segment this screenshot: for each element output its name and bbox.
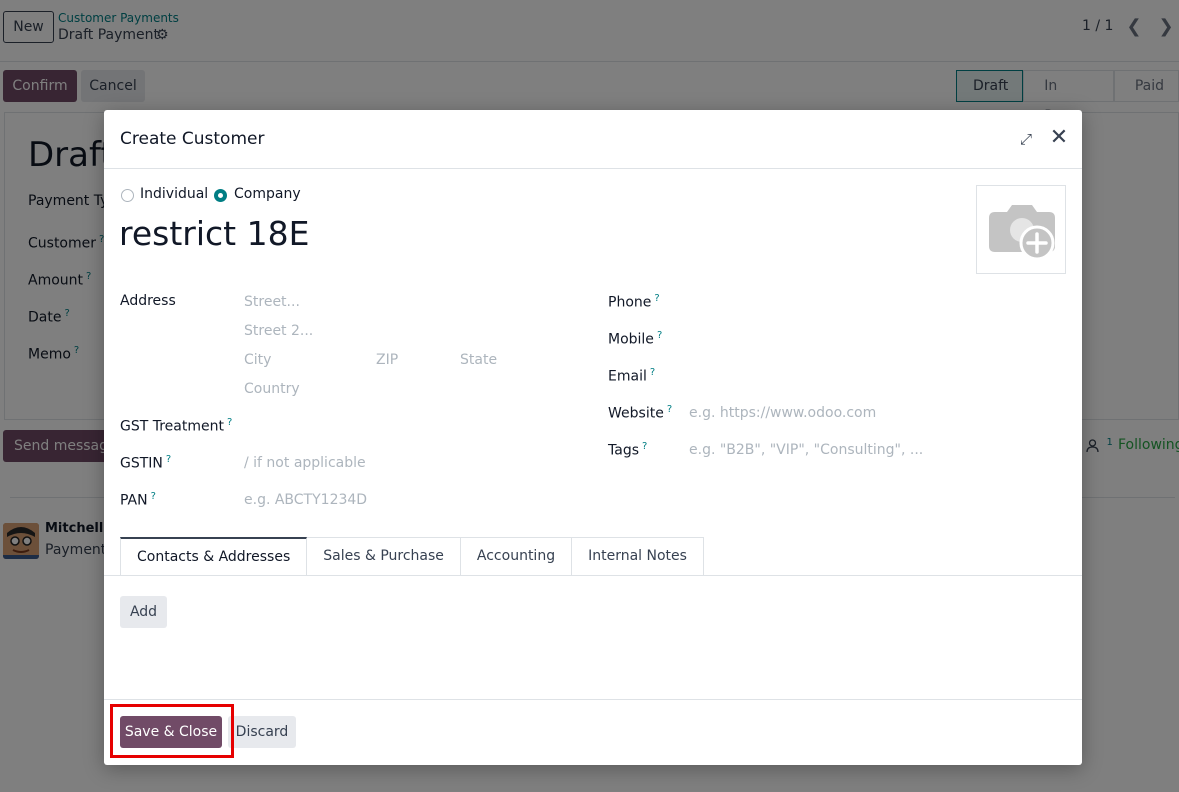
divider: [104, 699, 1082, 700]
dialog-title: Create Customer: [120, 129, 265, 149]
help-icon: ?: [226, 417, 233, 428]
help-icon: ?: [165, 454, 172, 465]
gstin-input[interactable]: / if not applicable: [244, 455, 366, 471]
highlight-box: [110, 704, 234, 758]
camera-plus-icon: [989, 205, 1055, 261]
radio-company[interactable]: [214, 189, 227, 202]
state-input[interactable]: State: [460, 352, 497, 368]
discard-button[interactable]: Discard: [228, 716, 296, 748]
help-icon: ?: [150, 491, 156, 502]
radio-individual-label[interactable]: Individual: [140, 186, 208, 202]
divider: [104, 575, 1082, 576]
help-icon: ?: [649, 367, 656, 378]
notebook-tabs: Contacts & Addresses Sales & Purchase Ac…: [120, 537, 704, 576]
radio-individual[interactable]: [121, 189, 134, 202]
phone-label: Phone?: [608, 293, 660, 311]
tab-accounting[interactable]: Accounting: [460, 537, 573, 576]
tab-contacts-addresses[interactable]: Contacts & Addresses: [120, 537, 308, 576]
tab-internal-notes[interactable]: Internal Notes: [572, 537, 704, 576]
help-icon: ?: [642, 441, 648, 452]
tags-label: Tags?: [608, 441, 648, 459]
close-icon[interactable]: ✕: [1049, 127, 1069, 149]
tags-input[interactable]: e.g. "B2B", "VIP", "Consulting", ...: [689, 442, 923, 458]
customer-name-input[interactable]: restrict 18E: [119, 214, 309, 253]
pan-input[interactable]: e.g. ABCTY1234D: [244, 492, 367, 508]
zip-input[interactable]: ZIP: [376, 352, 398, 368]
street-input[interactable]: Street...: [244, 294, 300, 310]
email-label: Email?: [608, 367, 656, 385]
website-input[interactable]: e.g. https://www.odoo.com: [689, 405, 876, 421]
add-contact-button[interactable]: Add: [120, 596, 167, 628]
gstin-label: GSTIN?: [120, 454, 172, 472]
photo-upload[interactable]: [976, 185, 1066, 274]
address-label: Address: [120, 293, 176, 309]
city-input[interactable]: City: [244, 352, 271, 368]
divider: [104, 168, 1082, 169]
mobile-label: Mobile?: [608, 330, 663, 348]
help-icon: ?: [666, 404, 673, 415]
expand-icon[interactable]: ⤢: [1017, 130, 1035, 148]
radio-company-label[interactable]: Company: [234, 186, 301, 202]
website-label: Website?: [608, 404, 673, 422]
country-input[interactable]: Country: [244, 381, 300, 397]
pan-label: PAN?: [120, 491, 156, 509]
tab-sales-purchase[interactable]: Sales & Purchase: [307, 537, 461, 576]
help-icon: ?: [656, 330, 663, 341]
help-icon: ?: [654, 293, 660, 304]
create-customer-dialog: Create Customer ⤢ ✕ Individual Company r…: [104, 110, 1082, 765]
gst-treatment-label: GST Treatment?: [120, 417, 233, 435]
street2-input[interactable]: Street 2...: [244, 323, 313, 339]
